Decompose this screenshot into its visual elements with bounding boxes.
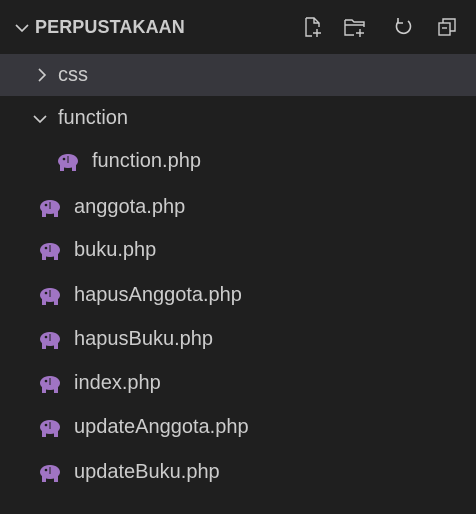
folder-label-function: function	[58, 107, 129, 129]
explorer-header[interactable]: PERPUSTAKAAN	[0, 0, 476, 56]
php-elephant-icon	[40, 420, 60, 437]
tree-file-function-php[interactable]: function.php	[0, 140, 476, 182]
file-label: updateAnggota.php	[74, 416, 249, 438]
php-elephant-icon	[40, 200, 60, 217]
tree-file[interactable]: anggota.php	[0, 186, 476, 228]
new-file-icon	[305, 17, 321, 37]
file-label: anggota.php	[74, 196, 186, 218]
php-elephant-icon	[58, 154, 78, 171]
php-elephant-icon	[40, 465, 60, 482]
php-elephant-icon	[40, 243, 60, 260]
tree-file[interactable]: index.php	[0, 362, 476, 404]
explorer-actions	[298, 12, 468, 42]
new-folder-button[interactable]	[340, 12, 370, 42]
tree-file[interactable]: hapusAnggota.php	[0, 274, 476, 316]
workspace-title[interactable]: PERPUSTAKAAN	[35, 17, 185, 38]
file-label: hapusBuku.php	[74, 328, 214, 350]
tree-folder-function[interactable]: function	[0, 98, 476, 140]
chevron-down-icon	[33, 115, 47, 124]
collapse-all-button[interactable]	[432, 12, 462, 42]
php-elephant-icon	[40, 332, 60, 349]
php-elephant-icon	[40, 288, 60, 305]
file-label: updateBuku.php	[74, 461, 220, 483]
new-folder-icon	[344, 19, 365, 37]
tree-file[interactable]: updateBuku.php	[0, 451, 476, 493]
new-file-button[interactable]	[298, 12, 328, 42]
chevron-right-icon	[38, 68, 47, 82]
file-label: hapusAnggota.php	[74, 284, 242, 306]
file-label: index.php	[74, 372, 161, 394]
collapse-all-icon	[438, 18, 456, 36]
tree-folder-css[interactable]: css	[0, 54, 476, 96]
chevron-down-icon[interactable]	[14, 20, 30, 36]
refresh-button[interactable]	[388, 12, 418, 42]
file-explorer: PERPUSTAKAAN css function function.php a…	[0, 0, 476, 514]
folder-label-css: css	[58, 64, 88, 86]
refresh-icon	[395, 18, 412, 35]
file-label: buku.php	[74, 239, 157, 261]
tree-file[interactable]: updateAnggota.php	[0, 406, 476, 448]
file-label-function-php: function.php	[92, 150, 201, 172]
tree-file[interactable]: hapusBuku.php	[0, 318, 476, 360]
tree-file[interactable]: buku.php	[0, 229, 476, 271]
php-elephant-icon	[40, 376, 60, 393]
